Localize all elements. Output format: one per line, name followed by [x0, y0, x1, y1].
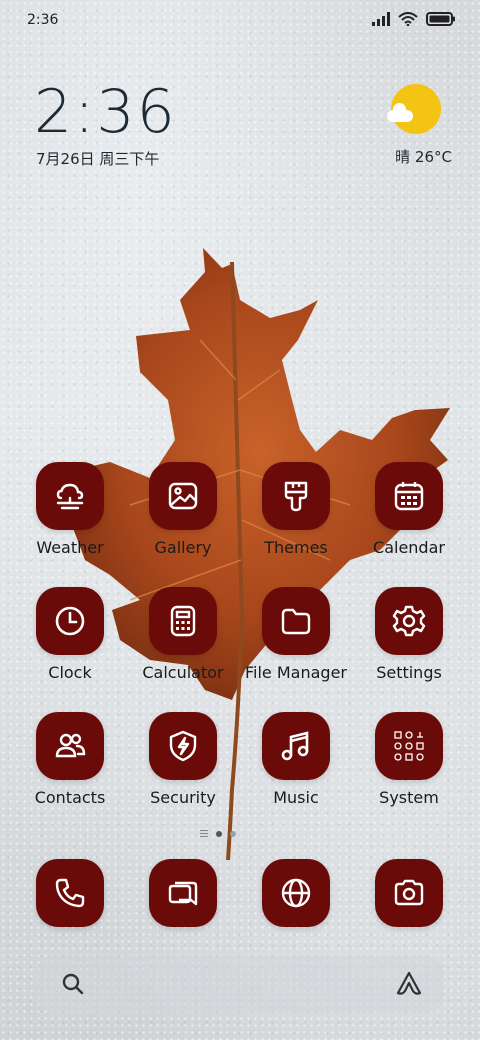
weather-temperature: 晴 26°C: [395, 148, 452, 166]
app-label: Gallery: [154, 538, 212, 557]
app-calendar[interactable]: Calendar: [353, 462, 465, 557]
app-calculator[interactable]: Calculator: [127, 587, 239, 682]
search-icon: [62, 973, 84, 995]
app-weather[interactable]: Weather: [14, 462, 126, 557]
app-label: Clock: [48, 663, 92, 682]
app-clock[interactable]: Clock: [14, 587, 126, 682]
app-label: Weather: [36, 538, 104, 557]
app-settings[interactable]: Settings: [353, 587, 465, 682]
themes-brush-icon: [284, 481, 308, 512]
app-contacts[interactable]: Contacts: [14, 712, 126, 807]
app-label: Calculator: [142, 663, 224, 682]
page-dot: [230, 830, 236, 837]
wifi-icon: [398, 12, 418, 26]
status-bar: 2:36: [0, 0, 480, 40]
app-label: Themes: [264, 538, 328, 557]
shield-bolt-icon: [169, 730, 197, 762]
sun-cloud-icon: [387, 84, 441, 134]
signal-icon: [372, 12, 390, 26]
battery-icon: [426, 12, 455, 26]
clock-date: 7月26日 周三下午: [36, 150, 160, 168]
app-label: System: [379, 788, 439, 807]
app-system-folder[interactable]: System: [353, 712, 465, 807]
app-label: Settings: [376, 663, 442, 682]
gallery-icon: [168, 482, 198, 510]
calendar-icon: [394, 482, 424, 511]
app-label: Music: [273, 788, 319, 807]
search-bar[interactable]: [36, 955, 444, 1013]
folder-icon: [281, 608, 311, 635]
messages-icon: [168, 881, 198, 906]
app-label: Contacts: [34, 788, 106, 807]
contacts-icon: [55, 733, 86, 758]
clock-icon: [55, 606, 85, 636]
weather-icon: [56, 483, 84, 510]
app-label: File Manager: [245, 663, 347, 682]
dock-browser[interactable]: [240, 859, 352, 927]
app-themes[interactable]: Themes: [240, 462, 352, 557]
app-music[interactable]: Music: [240, 712, 352, 807]
status-time: 2:36: [27, 12, 59, 28]
app-label: Security: [150, 788, 216, 807]
weather-widget[interactable]: 晴 26°C: [387, 84, 452, 166]
music-note-icon: [281, 731, 309, 761]
clock-time: 2:36: [34, 77, 177, 147]
folder-grid-icon: [394, 731, 424, 761]
app-gallery[interactable]: Gallery: [127, 462, 239, 557]
app-file-manager[interactable]: File Manager: [240, 587, 352, 682]
phone-icon: [55, 878, 85, 908]
page-indicator[interactable]: [200, 830, 236, 837]
page-dot-active: [216, 830, 222, 837]
app-label: Calendar: [373, 538, 445, 557]
gear-icon: [392, 605, 426, 637]
calculator-icon: [170, 605, 196, 637]
camera-icon: [394, 879, 424, 906]
clock-widget[interactable]: 2:36 7月26日 周三下午: [34, 80, 177, 169]
dock-messages[interactable]: [127, 859, 239, 927]
assistant-icon[interactable]: [394, 969, 424, 999]
dock-phone[interactable]: [14, 859, 126, 927]
dock-camera[interactable]: [353, 859, 465, 927]
app-security[interactable]: Security: [127, 712, 239, 807]
list-page-icon: [200, 830, 208, 837]
browser-globe-icon: [281, 878, 311, 908]
